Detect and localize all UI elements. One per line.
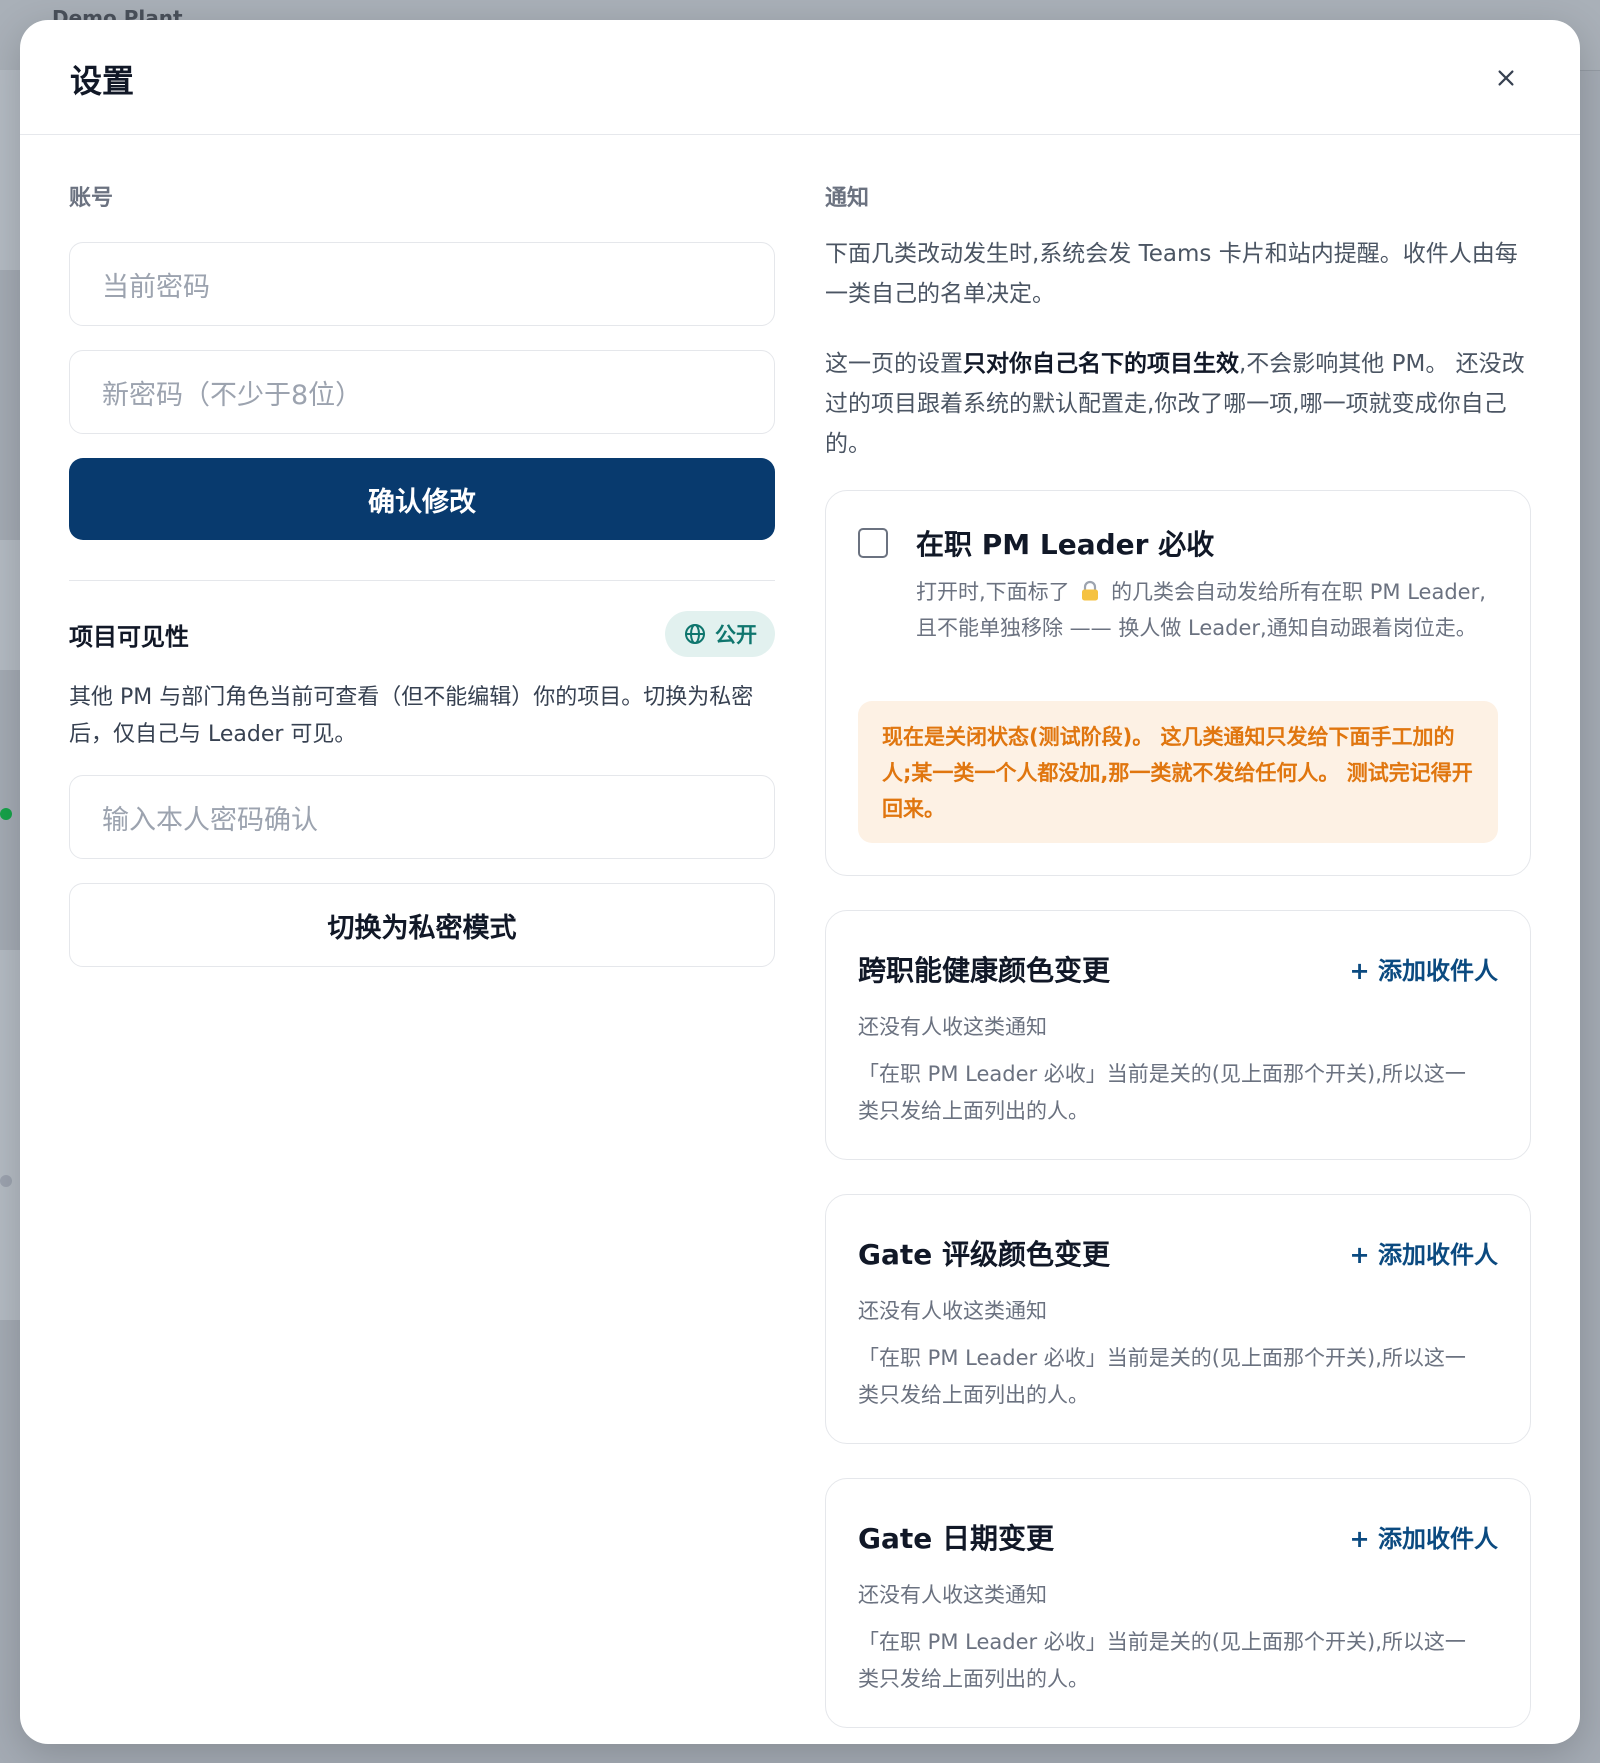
background-panel (0, 950, 22, 1320)
category-note: 「在职 PM Leader 必收」当前是关的(见上面那个开关),所以这一类只发给… (858, 1062, 1466, 1123)
scope-prefix: 这一页的设置 (825, 351, 963, 377)
account-section-label: 账号 (69, 186, 114, 211)
current-password-input[interactable]: 当前密码 (69, 242, 775, 326)
modal-header: 设置 (20, 20, 1580, 135)
account-column: 账号 当前密码 新密码（不少于8位） 确认修改 项目可见性 公开 其他 PM 与… (69, 180, 775, 967)
category-title: Gate 评级颜色变更 (858, 1238, 1111, 1271)
confirm-change-button[interactable]: 确认修改 (69, 458, 775, 540)
modal-title: 设置 (70, 62, 135, 100)
notification-category-card: Gate 日期变更 + 添加收件人 还没有人收这类通知 「在职 PM Leade… (825, 1478, 1531, 1728)
leader-required-description: 打开时,下面标了 的几类会自动发给所有在职 PM Leader,且不能单独移除 … (916, 574, 1506, 646)
add-recipient-button[interactable]: + 添加收件人 (1350, 951, 1498, 986)
test-phase-warning: 现在是关闭状态(测试阶段)。 这几类通知只发给下面手工加的人;某一类一个人都没加… (858, 701, 1498, 843)
notifications-column: 通知 下面几类改动发生时,系统会发 Teams 卡片和站内提醒。收件人由每一类自… (825, 180, 1531, 1728)
new-password-input[interactable]: 新密码（不少于8位） (69, 350, 775, 434)
category-title: 跨职能健康颜色变更 (858, 954, 1111, 987)
globe-icon (685, 624, 705, 644)
background-status-dot (0, 1175, 12, 1187)
confirm-password-input[interactable]: 输入本人密码确认 (69, 775, 775, 859)
category-empty-state: 还没有人收这类通知 (858, 1299, 1047, 1323)
background-status-dot (0, 808, 12, 820)
leader-desc-before: 打开时,下面标了 (916, 580, 1070, 604)
warning-bold: 某一类一个人都没加,那一类就不发给任何人 (911, 761, 1319, 785)
notifications-scope: 这一页的设置只对你自己名下的项目生效,不会影响其他 PM。 还没改过的项目跟着系… (825, 344, 1531, 464)
notifications-intro: 下面几类改动发生时,系统会发 Teams 卡片和站内提醒。收件人由每一类自己的名… (825, 241, 1518, 307)
add-recipient-button[interactable]: + 添加收件人 (1350, 1519, 1498, 1554)
leader-required-card: 在职 PM Leader 必收 打开时,下面标了 的几类会自动发给所有在职 PM… (825, 490, 1531, 876)
close-icon (1498, 70, 1514, 86)
category-note: 「在职 PM Leader 必收」当前是关的(见上面那个开关),所以这一类只发给… (858, 1346, 1466, 1407)
switch-private-button[interactable]: 切换为私密模式 (69, 883, 775, 967)
background-panel (0, 70, 22, 270)
section-divider (69, 580, 775, 581)
settings-modal: 设置 账号 当前密码 新密码（不少于8位） 确认修改 项目可见性 公开 其他 P… (20, 20, 1580, 1744)
close-button[interactable] (1488, 60, 1524, 96)
category-empty-state: 还没有人收这类通知 (858, 1015, 1047, 1039)
visibility-description: 其他 PM 与部门角色当前可查看（但不能编辑）你的项目。切换为私密后，仅自己与 … (69, 685, 754, 747)
background-panel (0, 540, 22, 670)
category-note: 「在职 PM Leader 必收」当前是关的(见上面那个开关),所以这一类只发给… (858, 1630, 1466, 1691)
category-title: Gate 日期变更 (858, 1522, 1055, 1555)
visibility-header: 项目可见性 公开 (69, 611, 775, 657)
leader-required-title: 在职 PM Leader 必收 (916, 528, 1215, 561)
lock-icon (1082, 580, 1099, 601)
notification-category-card: Gate 评级颜色变更 + 添加收件人 还没有人收这类通知 「在职 PM Lea… (825, 1194, 1531, 1444)
notification-category-card: 跨职能健康颜色变更 + 添加收件人 还没有人收这类通知 「在职 PM Leade… (825, 910, 1531, 1160)
scope-bold: 只对你自己名下的项目生效 (963, 351, 1239, 377)
add-recipient-button[interactable]: + 添加收件人 (1350, 1235, 1498, 1270)
leader-required-checkbox[interactable] (858, 528, 888, 558)
category-empty-state: 还没有人收这类通知 (858, 1583, 1047, 1607)
public-status-badge: 公开 (665, 611, 775, 657)
visibility-title: 项目可见性 (69, 622, 189, 651)
public-badge-label: 公开 (715, 623, 757, 647)
notifications-section-label: 通知 (825, 186, 870, 211)
